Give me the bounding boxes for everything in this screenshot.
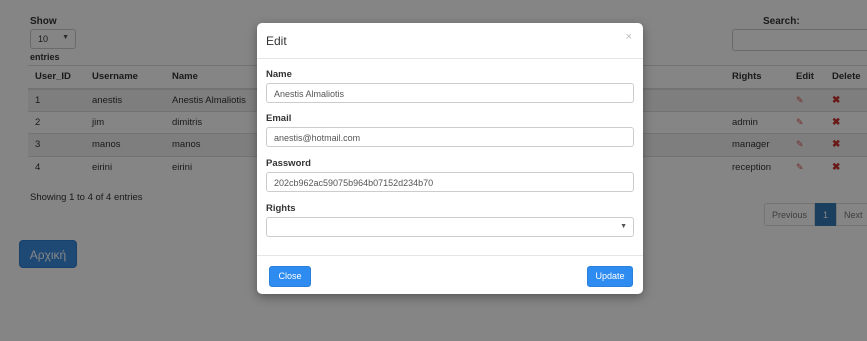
password-field[interactable]: 202cb962ac59075b964b07152d234b70: [266, 172, 634, 192]
close-icon[interactable]: ×: [626, 31, 632, 43]
modal-header: Edit ×: [257, 23, 643, 59]
password-label: Password: [266, 158, 311, 169]
chevron-down-icon: ▼: [620, 223, 627, 230]
email-field[interactable]: anestis@hotmail.com: [266, 127, 634, 147]
name-label: Name: [266, 69, 292, 80]
close-button[interactable]: Close: [269, 266, 311, 287]
email-label: Email: [266, 113, 292, 124]
edit-user-modal: Edit × Name Anestis Almaliotis Email ane…: [257, 23, 643, 294]
name-field[interactable]: Anestis Almaliotis: [266, 83, 634, 103]
modal-title: Edit: [266, 34, 287, 48]
modal-footer-divider: [257, 255, 643, 256]
update-button[interactable]: Update: [587, 266, 633, 287]
rights-label: Rights: [266, 203, 296, 214]
rights-select[interactable]: ▼: [266, 217, 634, 237]
